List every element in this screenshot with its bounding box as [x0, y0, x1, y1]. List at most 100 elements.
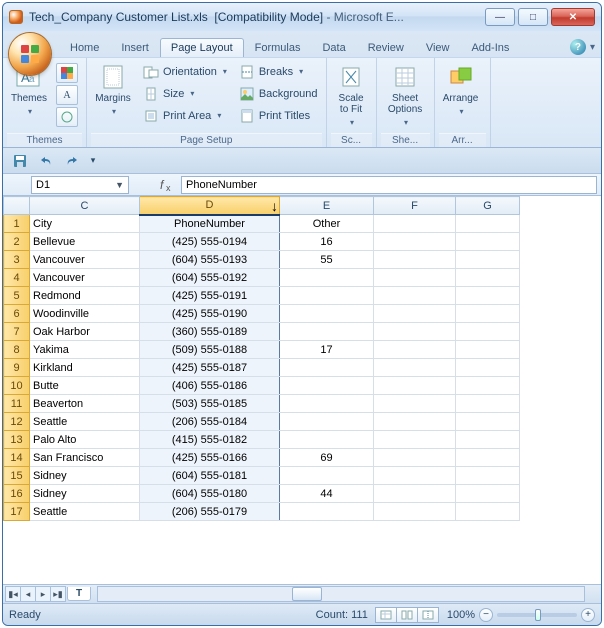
- column-header-D[interactable]: D: [140, 197, 280, 215]
- cell-D16[interactable]: (604) 555-0180: [140, 485, 280, 503]
- row-header-16[interactable]: 16: [4, 485, 30, 503]
- cell-E14[interactable]: 69: [280, 449, 374, 467]
- cell-E10[interactable]: [280, 377, 374, 395]
- cell-F3[interactable]: [374, 251, 456, 269]
- row-header-9[interactable]: 9: [4, 359, 30, 377]
- arrange-button[interactable]: Arrange▾: [439, 61, 483, 133]
- row-header-5[interactable]: 5: [4, 287, 30, 305]
- formula-bar[interactable]: PhoneNumber: [181, 176, 597, 194]
- cell-C5[interactable]: Redmond: [30, 287, 140, 305]
- view-page-layout-button[interactable]: [396, 607, 418, 623]
- cell-F6[interactable]: [374, 305, 456, 323]
- cell-E9[interactable]: [280, 359, 374, 377]
- tab-addins[interactable]: Add-Ins: [460, 38, 520, 57]
- zoom-slider[interactable]: [497, 613, 577, 617]
- cell-D9[interactable]: (425) 555-0187: [140, 359, 280, 377]
- help-button[interactable]: ?: [570, 39, 586, 55]
- cell-F15[interactable]: [374, 467, 456, 485]
- cell-F14[interactable]: [374, 449, 456, 467]
- cell-C13[interactable]: Palo Alto: [30, 431, 140, 449]
- cell-G12[interactable]: [456, 413, 520, 431]
- column-header-G[interactable]: G: [456, 197, 520, 215]
- cell-G2[interactable]: [456, 233, 520, 251]
- cell-D5[interactable]: (425) 555-0191: [140, 287, 280, 305]
- scale-to-fit-button[interactable]: Scaleto Fit▾: [331, 61, 372, 133]
- cell-C11[interactable]: Beaverton: [30, 395, 140, 413]
- cell-D3[interactable]: (604) 555-0193: [140, 251, 280, 269]
- cell-F11[interactable]: [374, 395, 456, 413]
- row-header-3[interactable]: 3: [4, 251, 30, 269]
- cell-D12[interactable]: (206) 555-0184: [140, 413, 280, 431]
- row-header-2[interactable]: 2: [4, 233, 30, 251]
- scrollbar-thumb[interactable]: [292, 587, 322, 601]
- background-button[interactable]: Background: [235, 83, 322, 104]
- cell-D2[interactable]: (425) 555-0194: [140, 233, 280, 251]
- titlebar[interactable]: Tech_Company Customer List.xls [Compatib…: [3, 3, 601, 31]
- minimize-button[interactable]: —: [485, 8, 515, 26]
- tab-view[interactable]: View: [415, 38, 461, 57]
- grid[interactable]: CDEFG 1 City PhoneNumber Other 2 Bellevu…: [3, 196, 601, 584]
- size-button[interactable]: Size▾: [139, 83, 231, 104]
- cell-F5[interactable]: [374, 287, 456, 305]
- theme-colors-button[interactable]: [56, 63, 78, 83]
- cell-G3[interactable]: [456, 251, 520, 269]
- sheet-options-button[interactable]: SheetOptions▾: [381, 61, 430, 133]
- row-header-10[interactable]: 10: [4, 377, 30, 395]
- cell-C6[interactable]: Woodinville: [30, 305, 140, 323]
- view-page-break-button[interactable]: [417, 607, 439, 623]
- print-titles-button[interactable]: Print Titles: [235, 105, 322, 126]
- cell-E8[interactable]: 17: [280, 341, 374, 359]
- cell-C2[interactable]: Bellevue: [30, 233, 140, 251]
- name-box[interactable]: D1 ▼: [31, 176, 129, 194]
- redo-button[interactable]: [61, 151, 83, 171]
- cell-F16[interactable]: [374, 485, 456, 503]
- cell-G6[interactable]: [456, 305, 520, 323]
- row-header-11[interactable]: 11: [4, 395, 30, 413]
- cell-C1[interactable]: City: [30, 215, 140, 233]
- cell-E2[interactable]: 16: [280, 233, 374, 251]
- save-button[interactable]: [9, 151, 31, 171]
- cell-E7[interactable]: [280, 323, 374, 341]
- margins-button[interactable]: Margins▾: [91, 61, 135, 133]
- select-all-button[interactable]: [4, 197, 30, 215]
- cell-D17[interactable]: (206) 555-0179: [140, 503, 280, 521]
- cell-G13[interactable]: [456, 431, 520, 449]
- tab-formulas[interactable]: Formulas: [244, 38, 312, 57]
- cell-G5[interactable]: [456, 287, 520, 305]
- cell-G14[interactable]: [456, 449, 520, 467]
- zoom-in-button[interactable]: +: [581, 608, 595, 622]
- cell-F1[interactable]: [374, 215, 456, 233]
- row-header-12[interactable]: 12: [4, 413, 30, 431]
- cell-E15[interactable]: [280, 467, 374, 485]
- close-button[interactable]: ✕: [551, 8, 595, 26]
- cell-D7[interactable]: (360) 555-0189: [140, 323, 280, 341]
- maximize-button[interactable]: □: [518, 8, 548, 26]
- tab-data[interactable]: Data: [311, 38, 356, 57]
- cell-D8[interactable]: (509) 555-0188: [140, 341, 280, 359]
- sheet-nav-next[interactable]: ▸: [35, 586, 51, 602]
- cell-E17[interactable]: [280, 503, 374, 521]
- cell-E5[interactable]: [280, 287, 374, 305]
- cell-G9[interactable]: [456, 359, 520, 377]
- cell-F17[interactable]: [374, 503, 456, 521]
- cell-D15[interactable]: (604) 555-0181: [140, 467, 280, 485]
- row-header-1[interactable]: 1: [4, 215, 30, 233]
- cell-D6[interactable]: (425) 555-0190: [140, 305, 280, 323]
- office-button[interactable]: [9, 33, 51, 75]
- cell-D4[interactable]: (604) 555-0192: [140, 269, 280, 287]
- cell-C12[interactable]: Seattle: [30, 413, 140, 431]
- zoom-level[interactable]: 100%: [447, 609, 475, 621]
- cell-F4[interactable]: [374, 269, 456, 287]
- row-header-8[interactable]: 8: [4, 341, 30, 359]
- ribbon-minimize-icon[interactable]: ▾: [590, 42, 595, 53]
- chevron-down-icon[interactable]: ▼: [115, 180, 124, 190]
- sheet-tab[interactable]: T: [67, 587, 91, 601]
- cell-E3[interactable]: 55: [280, 251, 374, 269]
- cell-E12[interactable]: [280, 413, 374, 431]
- cell-G15[interactable]: [456, 467, 520, 485]
- tab-home[interactable]: Home: [59, 38, 110, 57]
- cell-E4[interactable]: [280, 269, 374, 287]
- cell-C7[interactable]: Oak Harbor: [30, 323, 140, 341]
- cell-C17[interactable]: Seattle: [30, 503, 140, 521]
- cell-C16[interactable]: Sidney: [30, 485, 140, 503]
